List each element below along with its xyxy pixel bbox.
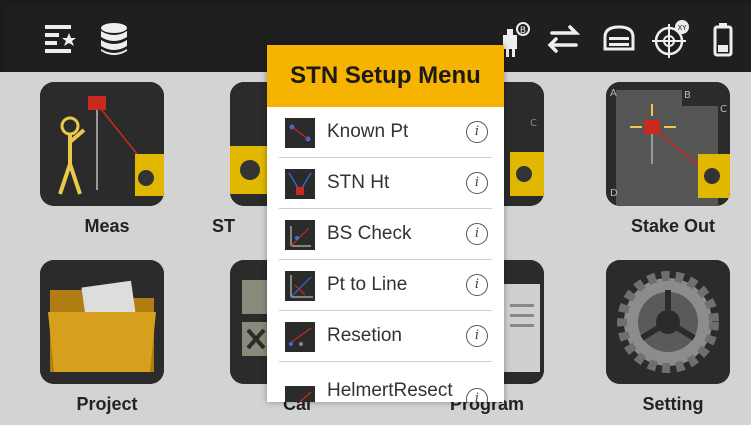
menu-header: STN Setup Menu: [267, 45, 504, 107]
stakeout-plot-icon: A B C D: [606, 82, 730, 206]
backsight-check-icon: [285, 220, 315, 250]
resection-icon: [285, 322, 315, 352]
tile-label: Stake Out: [630, 216, 716, 236]
stn-setup-menu: STN Setup Menu Known Pt i STN Ht i BS Ch…: [267, 45, 504, 402]
svg-text:B: B: [520, 26, 526, 36]
info-icon[interactable]: i: [466, 388, 488, 402]
svg-text:C: C: [530, 118, 537, 129]
target-xy-icon[interactable]: XY: [651, 19, 691, 59]
menu-item-label: Pt to Line: [327, 274, 408, 295]
menu-title: STN Setup Menu: [290, 62, 481, 89]
svg-text:XY: XY: [677, 24, 687, 32]
keyboard-tray-icon[interactable]: [599, 19, 639, 59]
station-height-icon: [285, 169, 315, 199]
info-icon[interactable]: i: [466, 223, 488, 245]
menu-item-label: Known Pt: [327, 121, 409, 142]
menu-item-bs-check[interactable]: BS Check i: [279, 209, 492, 260]
point-to-line-icon: [285, 271, 315, 301]
menu-item-resetion[interactable]: Resetion i: [279, 311, 492, 362]
tile-label: Project: [76, 394, 138, 414]
svg-text:A: A: [610, 88, 617, 99]
menu-item-label: STN Ht: [327, 172, 390, 193]
menu-item-helmert-resect[interactable]: HelmertResect i: [279, 362, 492, 402]
menu-item-label: Resetion: [327, 325, 402, 346]
list-star-icon[interactable]: [42, 19, 82, 59]
tile-label: Meas: [84, 216, 130, 236]
svg-text:C: C: [720, 104, 727, 115]
info-icon[interactable]: i: [466, 325, 488, 347]
folder-icon: [40, 260, 164, 384]
menu-item-stn-ht[interactable]: STN Ht i: [279, 158, 492, 209]
info-icon[interactable]: i: [466, 274, 488, 296]
menu-item-label: HelmertResect: [327, 380, 453, 401]
svg-text:B: B: [684, 90, 691, 101]
menu-item-pt-to-line[interactable]: Pt to Line i: [279, 260, 492, 311]
battery-icon: [705, 19, 745, 59]
swap-arrows-icon[interactable]: [546, 19, 586, 59]
database-icon[interactable]: [94, 19, 134, 59]
menu-item-label: BS Check: [327, 223, 412, 244]
gear-icon: [606, 260, 730, 384]
surveyor-prism-icon: [40, 82, 164, 206]
svg-text:D: D: [610, 188, 618, 199]
menu-item-known-pt[interactable]: Known Pt i: [279, 107, 492, 158]
info-icon[interactable]: i: [466, 121, 488, 143]
known-point-icon: [285, 118, 315, 148]
tile-label: Setting: [642, 394, 704, 414]
helmert-resection-icon: [285, 386, 315, 402]
info-icon[interactable]: i: [466, 172, 488, 194]
